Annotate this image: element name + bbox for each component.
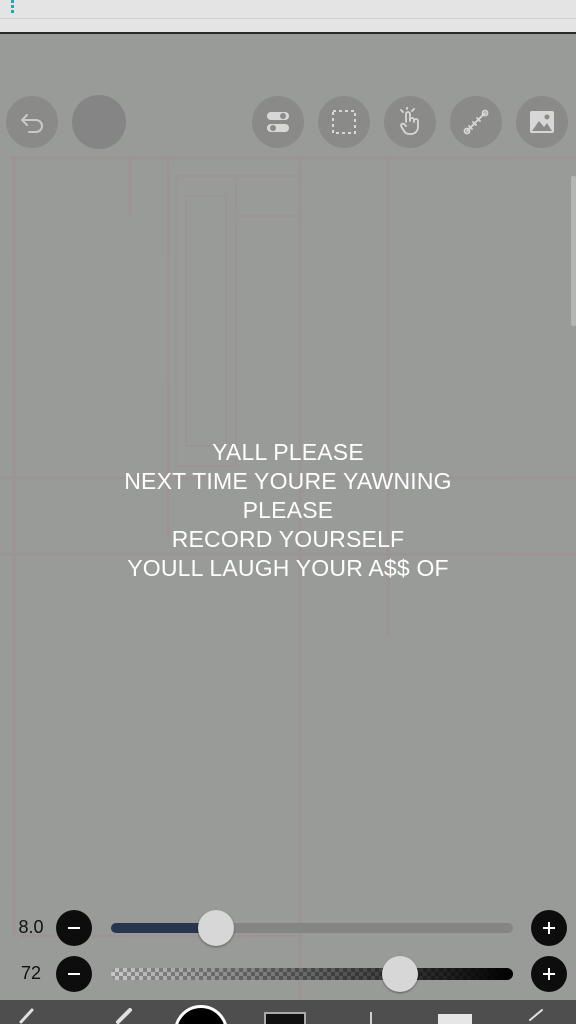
plus-icon [543, 922, 555, 934]
brush-icon[interactable] [18, 1004, 40, 1024]
status-bar [0, 0, 576, 34]
hand-tool-button[interactable] [384, 96, 436, 148]
eraser-icon[interactable] [114, 1004, 136, 1024]
opacity-value: 72 [20, 963, 42, 983]
status-divider [0, 18, 576, 19]
ruler-icon [463, 109, 489, 135]
ruler-button[interactable] [450, 96, 502, 148]
opacity-slider-row: 72 [0, 954, 576, 994]
image-button[interactable] [516, 96, 568, 148]
bottom-toolbar [0, 1000, 576, 1024]
plus-icon [543, 968, 555, 980]
minus-icon [68, 927, 80, 929]
check-icon[interactable] [526, 1004, 548, 1024]
hand-icon [400, 107, 419, 135]
image-icon [530, 111, 554, 133]
caption-line: NEXT TIME YOURE YAWNING [124, 468, 452, 494]
selection-icon [332, 110, 356, 134]
caption-line: PLEASE [242, 497, 334, 523]
brush-size-thumb[interactable] [197, 910, 234, 946]
minus-icon [68, 973, 80, 975]
brush-size-track[interactable] [111, 923, 513, 933]
divider [370, 1012, 372, 1024]
toggle-button[interactable] [252, 96, 304, 148]
brush-size-value: 8.0 [18, 917, 44, 937]
current-color-swatch[interactable] [72, 95, 126, 149]
brush-size-decrease-button[interactable] [56, 910, 92, 946]
opacity-decrease-button[interactable] [56, 956, 92, 992]
undo-button[interactable] [6, 96, 58, 148]
caption-line: YALL PLEASE [212, 439, 364, 465]
caption-text: YALL PLEASE NEXT TIME YOURE YAWNING PLEA… [0, 438, 576, 583]
brush-size-increase-button[interactable] [531, 910, 567, 946]
layers-icon[interactable] [438, 1014, 472, 1024]
caption-line: YOULL LAUGH YOUR A$$ OF [127, 555, 449, 581]
caption-line: RECORD YOURSELF [171, 526, 405, 552]
selection-button[interactable] [318, 96, 370, 148]
status-indicator-icon [11, 0, 15, 16]
opacity-thumb[interactable] [382, 956, 419, 992]
vertical-scrollbar[interactable] [571, 176, 576, 326]
color-circle[interactable] [174, 1005, 228, 1024]
undo-icon [21, 114, 43, 133]
brush-size-slider-row: 8.0 [0, 908, 576, 948]
layer-swatch[interactable] [264, 1012, 306, 1024]
opacity-track[interactable] [111, 968, 513, 980]
opacity-increase-button[interactable] [531, 956, 567, 992]
toggle-icon [267, 112, 289, 132]
